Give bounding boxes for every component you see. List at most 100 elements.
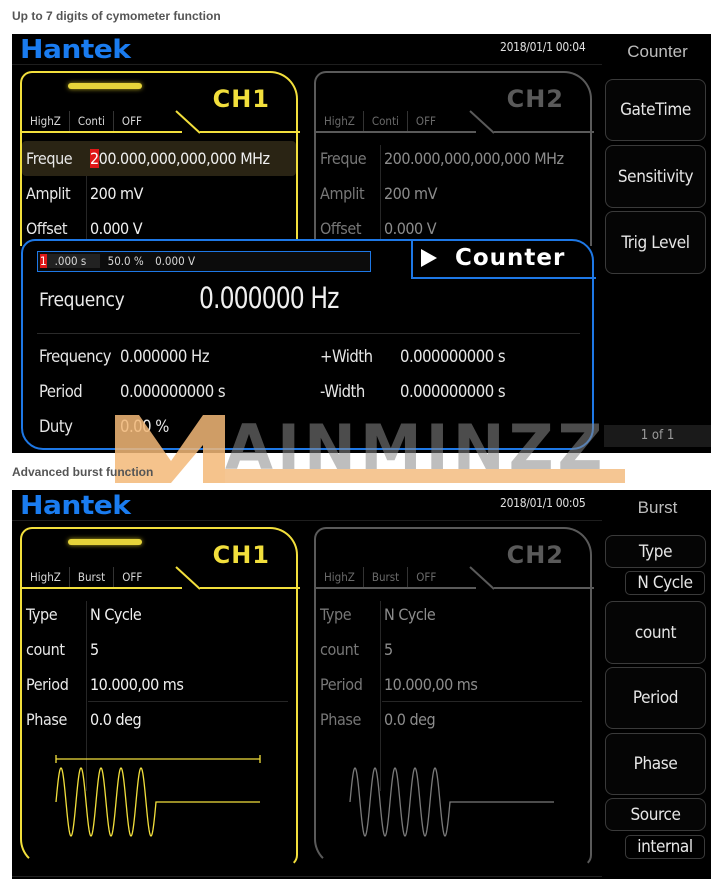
param-value[interactable]: 200.000,000,000,000 MHz [380,149,564,168]
edit-cursor: 2 [90,149,99,168]
burst-waveform [55,755,261,837]
param-label: Amplit [320,184,365,203]
output-status[interactable]: OFF [408,111,450,131]
tab-underline-right [494,131,594,133]
param-value[interactable]: 0.000 V [86,219,143,238]
tab-underline-right [200,131,300,133]
counter-panel: 1.000 s 50.0 % 0.000 V Counter Frequency… [21,239,596,450]
ch2-status-bar: HighZ Conti OFF [316,111,450,131]
param-row-phase[interactable]: Phase 0.0 deg [316,702,590,737]
header-divider [12,520,602,521]
softkey-source-value: internal [625,835,705,859]
output-status[interactable]: OFF [408,567,450,587]
param-value[interactable]: N Cycle [380,605,436,624]
measure-label-duty: Duty [39,417,73,436]
softkey-period[interactable]: Period [605,667,706,729]
param-row-frequency[interactable]: Freque 200.000,000,000,000 MHz [316,141,590,176]
softkey-count[interactable]: count [605,601,706,664]
param-value[interactable]: 5 [380,640,393,659]
ch2-panel[interactable]: CH2 HighZ Burst OFF Type N Cycle count 5… [314,527,594,867]
param-row-type[interactable]: Type N Cycle [316,597,590,632]
param-row-count[interactable]: count 5 [316,632,590,667]
burst-screen: Hantek 2018/01/1 00:05 Burst CH1 HighZ B… [12,490,711,879]
param-label: Offset [26,219,68,238]
ch1-panel[interactable]: CH1 HighZ Conti OFF Freque 200.000,000,0… [20,71,300,365]
main-measure-value: 0.000000 Hz [199,281,339,315]
measure-value-pos-width: 0.000000000 s [400,347,506,366]
param-value[interactable]: 200 mV [86,184,143,203]
mode-status[interactable]: Burst [70,567,115,587]
caption-burst: Advanced burst function [12,465,154,479]
watermark-underline [225,469,625,483]
tab-underline [316,587,476,589]
param-value[interactable]: 10.000,00 ms [86,675,184,694]
mode-status[interactable]: Burst [364,567,409,587]
counter-settings-bar[interactable]: 1.000 s 50.0 % 0.000 V [37,251,371,272]
param-value[interactable]: 0.0 deg [86,710,142,729]
mode-status[interactable]: Conti [70,111,114,131]
param-row-count[interactable]: count 5 [22,632,296,667]
output-status[interactable]: OFF [114,111,156,131]
menu-title: Counter [627,42,688,61]
datetime: 2018/01/1 00:04 [500,40,586,54]
sensitivity-value[interactable]: 50.0 % [108,254,144,268]
tab-underline [22,587,182,589]
param-label: Freque [320,149,367,168]
param-label: count [320,640,359,659]
load-status[interactable]: HighZ [22,111,70,131]
counter-screen: Hantek 2018/01/1 00:04 Counter CH1 HighZ… [12,34,711,453]
gate-time-value[interactable]: 1.000 s [40,254,101,268]
burst-waveform [349,767,554,837]
ch2-label: CH2 [506,541,564,569]
softkey-phase[interactable]: Phase [605,733,706,795]
measure-value-neg-width: 0.000000000 s [400,382,506,401]
param-value[interactable]: 200.000,000,000,000 MHz [86,149,270,168]
softkey-sensitivity[interactable]: Sensitivity [605,145,706,208]
footer-divider [12,876,602,877]
param-row-frequency[interactable]: Freque 200.000,000,000,000 MHz [22,141,296,176]
param-label: Period [26,675,69,694]
load-status[interactable]: HighZ [22,567,70,587]
hantek-logo: Hantek [20,35,131,65]
measure-label-pos-width: +Width [320,347,373,366]
ch2-status-bar: HighZ Burst OFF [316,567,450,587]
load-status[interactable]: HighZ [316,111,364,131]
measure-value-period: 0.000000000 s [120,382,226,401]
caption-counter: Up to 7 digits of cymometer function [12,9,221,23]
param-row-period[interactable]: Period 10.000,00 ms [22,667,296,702]
param-row-amplitude[interactable]: Amplit 200 mV [22,176,296,211]
softkey-source[interactable]: Source [605,798,706,831]
softkey-trig-level[interactable]: Trig Level [605,211,706,274]
menu-title: Burst [637,498,678,517]
output-status[interactable]: OFF [114,567,156,587]
ch2-label: CH2 [506,85,564,113]
mode-status[interactable]: Conti [364,111,408,131]
param-value[interactable]: 10.000,00 ms [380,675,478,694]
softkey-gate-time[interactable]: GateTime [605,79,706,141]
softkey-type[interactable]: Type [605,535,706,568]
param-row-amplitude[interactable]: Amplit 200 mV [316,176,590,211]
param-row-phase[interactable]: Phase 0.0 deg [22,702,296,737]
measure-label-neg-width: -Width [320,382,365,401]
param-row-period[interactable]: Period 10.000,00 ms [316,667,590,702]
measure-label-frequency: Frequency [39,347,112,366]
param-label: Phase [26,710,67,729]
burst-wave-trace [349,767,554,837]
ch1-panel[interactable]: CH1 HighZ Burst OFF Type N Cycle count 5… [20,527,300,867]
param-value[interactable]: 0.0 deg [380,710,436,729]
tab-underline [316,131,476,133]
param-value[interactable]: 5 [86,640,99,659]
ch1-label: CH1 [212,85,270,113]
trig-level-value[interactable]: 0.000 V [155,254,195,268]
param-label: Period [320,675,363,694]
param-label: Offset [320,219,362,238]
param-value[interactable]: 200 mV [380,184,437,203]
load-status[interactable]: HighZ [316,567,364,587]
param-value[interactable]: N Cycle [86,605,142,624]
param-row-type[interactable]: Type N Cycle [22,597,296,632]
ch2-panel[interactable]: CH2 HighZ Conti OFF Freque 200.000,000,0… [314,71,594,365]
measure-value-duty: 0.00 % [120,417,169,436]
param-value[interactable]: 0.000 V [380,219,437,238]
counter-title-box: Counter [411,239,596,279]
tab-underline [22,131,182,133]
